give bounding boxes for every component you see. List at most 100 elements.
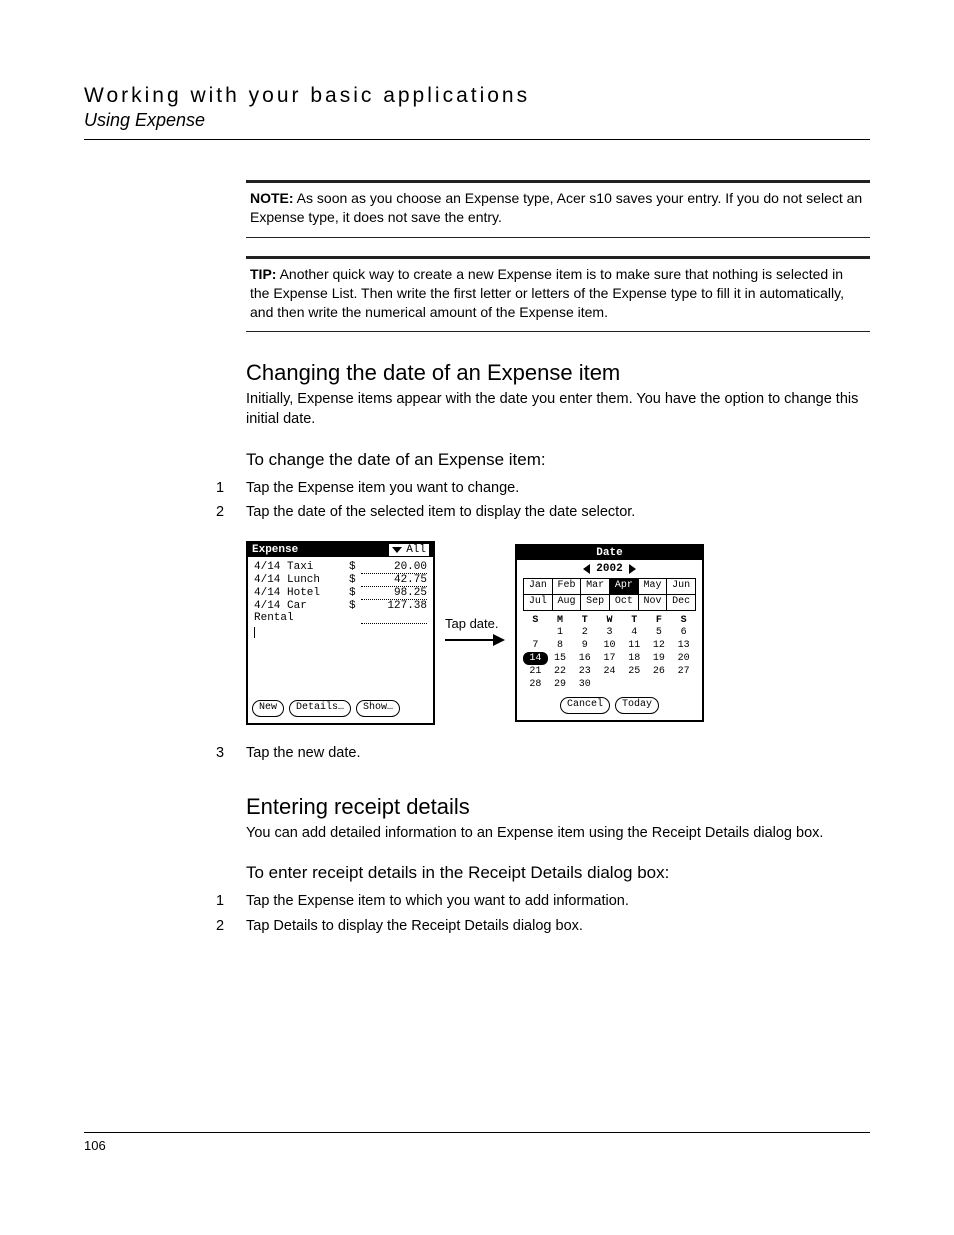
- expense-row[interactable]: 4/14 Taxi$20.00: [254, 561, 427, 574]
- month-cell[interactable]: Feb: [553, 579, 582, 595]
- day-cell: [622, 678, 647, 691]
- month-grid: JanFebMarAprMayJun JulAugSepOctNovDec: [523, 578, 696, 611]
- day-cell[interactable]: 24: [597, 665, 622, 678]
- day-cell[interactable]: 17: [597, 652, 622, 665]
- header-subtitle: Using Expense: [84, 110, 870, 131]
- dow-cell: F: [647, 615, 672, 626]
- day-cell[interactable]: 27: [671, 665, 696, 678]
- day-cell[interactable]: 16: [572, 652, 597, 665]
- step-number: 1: [216, 476, 246, 501]
- dow-cell: S: [523, 615, 548, 626]
- expense-row[interactable]: 4/14 Lunch$42.75: [254, 574, 427, 587]
- callout-tap-date: Tap date.: [445, 616, 499, 631]
- day-cell[interactable]: 18: [622, 652, 647, 665]
- dropdown-icon: [392, 547, 402, 553]
- day-cell[interactable]: 1: [548, 626, 573, 639]
- steps-receipt: 1Tap the Expense item to which you want …: [246, 889, 870, 938]
- month-cell[interactable]: Jan: [524, 579, 553, 595]
- arrow-icon: [445, 631, 505, 649]
- details-button[interactable]: Details…: [289, 700, 351, 717]
- year-prev-icon[interactable]: [583, 564, 590, 574]
- expense-titlebar: Expense All: [248, 543, 433, 557]
- expense-title: Expense: [252, 544, 298, 556]
- month-cell[interactable]: Jul: [524, 595, 553, 611]
- day-of-week-header: SMTWTFS: [523, 615, 696, 626]
- month-cell[interactable]: Apr: [610, 579, 639, 595]
- day-cell[interactable]: 22: [548, 665, 573, 678]
- day-cell[interactable]: 14: [523, 652, 548, 665]
- date-year: 2002: [596, 563, 622, 575]
- day-cell[interactable]: 23: [572, 665, 597, 678]
- day-cell[interactable]: 19: [647, 652, 672, 665]
- day-cell: [671, 678, 696, 691]
- day-cell[interactable]: 20: [671, 652, 696, 665]
- month-cell[interactable]: Oct: [610, 595, 639, 611]
- show-button[interactable]: Show…: [356, 700, 400, 717]
- expense-row[interactable]: 4/14 Hotel$98.25: [254, 587, 427, 600]
- step-number: 1: [216, 889, 246, 914]
- day-cell: [597, 678, 622, 691]
- step-number: 2: [216, 500, 246, 525]
- day-cell[interactable]: 13: [671, 639, 696, 652]
- cancel-button[interactable]: Cancel: [560, 697, 610, 714]
- section-heading-receipt: Entering receipt details: [246, 794, 870, 820]
- day-cell[interactable]: 8: [548, 639, 573, 652]
- section-body: Initially, Expense items appear with the…: [246, 390, 870, 429]
- dow-cell: T: [622, 615, 647, 626]
- month-cell[interactable]: Sep: [581, 595, 610, 611]
- figure-expense-and-date: Expense All 4/14 Taxi$20.004/14 Lunch$42…: [246, 541, 870, 725]
- day-cell[interactable]: 4: [622, 626, 647, 639]
- day-cell[interactable]: 6: [671, 626, 696, 639]
- new-button[interactable]: New: [252, 700, 284, 717]
- note-box: NOTE: As soon as you choose an Expense t…: [246, 180, 870, 238]
- step-text: Tap the Expense item to which you want t…: [246, 889, 629, 914]
- dow-cell: W: [597, 615, 622, 626]
- expense-filter-label: All: [406, 544, 426, 556]
- day-cell[interactable]: 25: [622, 665, 647, 678]
- month-cell[interactable]: Jun: [667, 579, 696, 595]
- page-header: Working with your basic applications Usi…: [84, 84, 870, 140]
- month-cell[interactable]: Dec: [667, 595, 696, 611]
- day-cell[interactable]: 29: [548, 678, 573, 691]
- day-cell[interactable]: 9: [572, 639, 597, 652]
- day-cell[interactable]: 2: [572, 626, 597, 639]
- note-text: As soon as you choose an Expense type, A…: [250, 190, 862, 225]
- month-cell[interactable]: Mar: [581, 579, 610, 595]
- dow-cell: T: [572, 615, 597, 626]
- note-label: NOTE:: [250, 190, 294, 206]
- day-cell[interactable]: 12: [647, 639, 672, 652]
- page-number: 106: [84, 1138, 106, 1153]
- day-cell[interactable]: 28: [523, 678, 548, 691]
- section-subheading: To enter receipt details in the Receipt …: [246, 863, 870, 883]
- day-cell[interactable]: 10: [597, 639, 622, 652]
- section-body: You can add detailed information to an E…: [246, 824, 870, 844]
- day-cell[interactable]: 11: [622, 639, 647, 652]
- section-subheading: To change the date of an Expense item:: [246, 450, 870, 470]
- month-cell[interactable]: Nov: [639, 595, 668, 611]
- month-cell[interactable]: May: [639, 579, 668, 595]
- step-number: 2: [216, 914, 246, 939]
- day-cell[interactable]: 21: [523, 665, 548, 678]
- dow-cell: S: [671, 615, 696, 626]
- steps-change-date-cont: 3Tap the new date.: [246, 741, 870, 766]
- day-cell[interactable]: 15: [548, 652, 573, 665]
- day-cell[interactable]: 5: [647, 626, 672, 639]
- tip-box: TIP: Another quick way to create a new E…: [246, 256, 870, 333]
- step-text: Tap the Expense item you want to change.: [246, 476, 519, 501]
- expense-row[interactable]: 4/14 Car Rental$127.38: [254, 600, 427, 624]
- day-cell[interactable]: 7: [523, 639, 548, 652]
- step-text: Tap Details to display the Receipt Detai…: [246, 914, 583, 939]
- date-title: Date: [596, 547, 622, 559]
- header-title: Working with your basic applications: [84, 84, 870, 108]
- day-cell: [647, 678, 672, 691]
- step-text: Tap the new date.: [246, 741, 360, 766]
- expense-filter[interactable]: All: [389, 544, 429, 556]
- today-button[interactable]: Today: [615, 697, 659, 714]
- day-cell[interactable]: 30: [572, 678, 597, 691]
- steps-change-date: 1Tap the Expense item you want to change…: [246, 476, 870, 525]
- day-cell[interactable]: 26: [647, 665, 672, 678]
- day-cell[interactable]: 3: [597, 626, 622, 639]
- year-next-icon[interactable]: [629, 564, 636, 574]
- step-text: Tap the date of the selected item to dis…: [246, 500, 635, 525]
- month-cell[interactable]: Aug: [553, 595, 582, 611]
